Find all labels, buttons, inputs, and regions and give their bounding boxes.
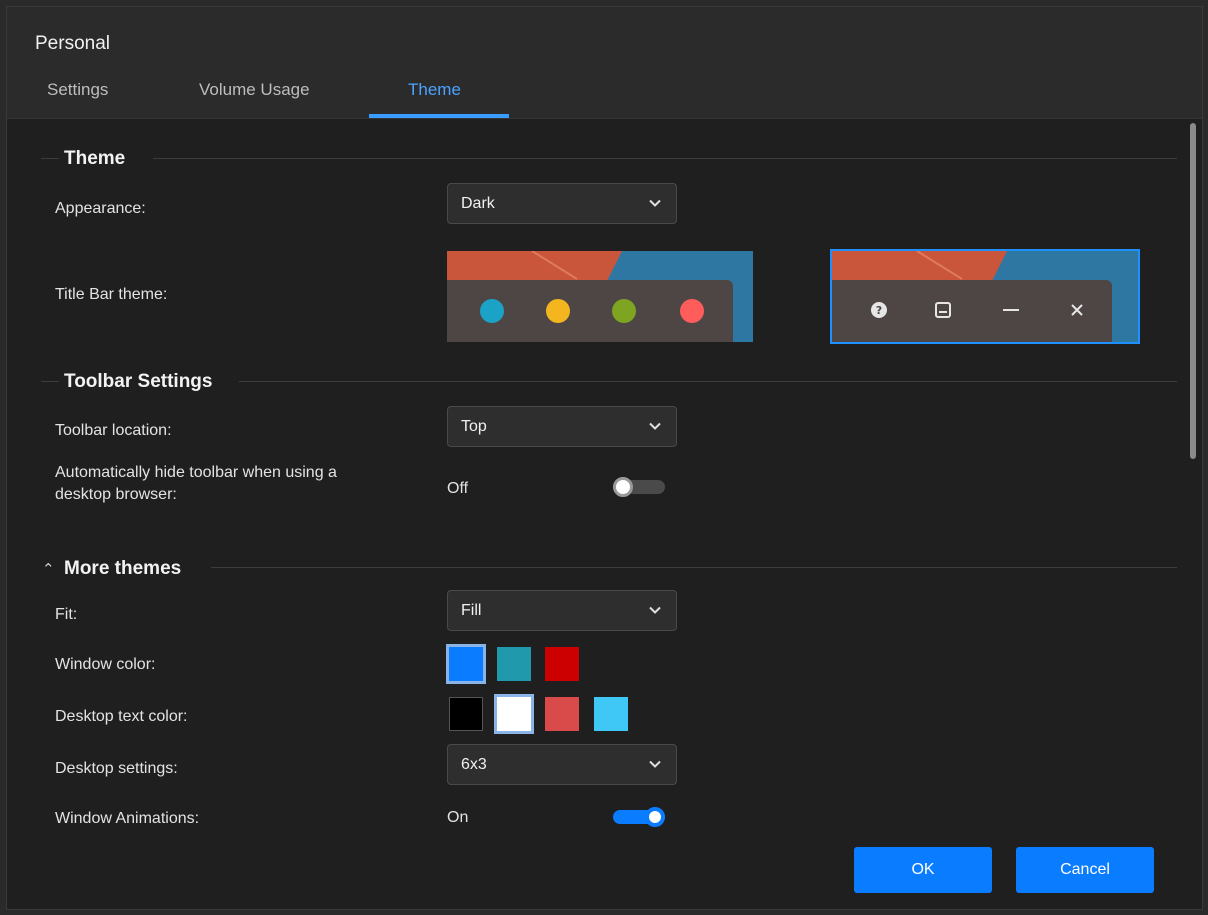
color-dot: [680, 299, 704, 323]
text-color-swatch-white[interactable]: [497, 697, 531, 731]
active-tab-indicator: [369, 114, 509, 118]
toolbar-location-select[interactable]: Top: [447, 406, 677, 447]
theme-section-heading: Theme: [64, 148, 126, 169]
cancel-button[interactable]: Cancel: [1016, 847, 1154, 893]
text-color-swatch-cyan[interactable]: [594, 697, 628, 731]
appearance-select[interactable]: Dark: [447, 183, 677, 224]
color-dot: [612, 299, 636, 323]
fit-select-value: Fill: [461, 602, 482, 619]
tab-volume-usage[interactable]: Volume Usage: [199, 80, 310, 100]
window-color-label: Window color:: [55, 656, 156, 673]
close-icon: [1071, 304, 1083, 316]
window-animations-label: Window Animations:: [55, 810, 200, 827]
section-divider: [211, 567, 1177, 568]
auto-hide-toolbar-label: Automatically hide toolbar when using a …: [55, 462, 337, 506]
section-divider: [153, 158, 1177, 159]
toggle-knob: [613, 477, 633, 497]
color-dot: [546, 299, 570, 323]
title-bar-preview: ?: [832, 280, 1112, 342]
minimize-icon: [1003, 309, 1019, 311]
desktop-settings-select-value: 6x3: [461, 756, 487, 773]
title-bar-option-mac[interactable]: [447, 251, 753, 342]
section-divider: [41, 158, 59, 159]
chevron-down-icon: [649, 422, 661, 430]
more-themes-heading[interactable]: More themes: [64, 558, 181, 580]
chevron-down-icon: [649, 606, 661, 614]
toolbar-location-select-value: Top: [461, 418, 487, 435]
title-bar-preview: [447, 280, 733, 342]
dialog-header: Personal Settings Volume Usage Theme: [7, 7, 1202, 119]
tab-theme[interactable]: Theme: [408, 80, 461, 100]
appearance-label: Appearance:: [55, 200, 146, 217]
scrollbar-thumb[interactable]: [1190, 123, 1196, 459]
color-dot: [480, 299, 504, 323]
auto-hide-label-line1: Automatically hide toolbar when using a: [55, 464, 337, 481]
title-bar-option-windows[interactable]: ?: [830, 249, 1140, 344]
text-color-swatch-coral[interactable]: [545, 697, 579, 731]
desktop-settings-label: Desktop settings:: [55, 760, 178, 777]
title-bar-theme-label: Title Bar theme:: [55, 286, 168, 303]
help-icon: ?: [871, 302, 887, 318]
text-color-swatch-black[interactable]: [449, 697, 483, 731]
chevron-down-icon: [649, 199, 661, 207]
section-divider: [41, 381, 59, 382]
toolbar-location-label: Toolbar location:: [55, 422, 172, 439]
collapse-caret-icon[interactable]: ⌃: [42, 560, 55, 578]
toggle-knob: [645, 807, 665, 827]
window-animations-state-text: On: [447, 809, 469, 826]
appearance-select-value: Dark: [461, 195, 495, 212]
window-animations-toggle[interactable]: [613, 807, 665, 827]
desktop-text-color-label: Desktop text color:: [55, 708, 188, 725]
dialog-title: Personal: [35, 33, 110, 54]
fit-label: Fit:: [55, 606, 78, 623]
section-divider: [239, 381, 1177, 382]
fit-select[interactable]: Fill: [447, 590, 677, 631]
svg-text:?: ?: [876, 304, 882, 317]
auto-hide-label-line2: desktop browser:: [55, 486, 177, 503]
ok-button[interactable]: OK: [854, 847, 992, 893]
chevron-down-icon: [649, 760, 661, 768]
window-color-swatch-teal[interactable]: [497, 647, 531, 681]
auto-hide-state-text: Off: [447, 480, 469, 497]
tab-settings[interactable]: Settings: [47, 80, 108, 100]
minimize-window-icon: [935, 302, 951, 318]
auto-hide-toolbar-toggle[interactable]: [613, 477, 665, 497]
desktop-settings-select[interactable]: 6x3: [447, 744, 677, 785]
window-color-swatch-blue[interactable]: [449, 647, 483, 681]
toolbar-section-heading: Toolbar Settings: [64, 371, 213, 392]
personal-dialog: Personal Settings Volume Usage Theme The…: [6, 6, 1203, 910]
window-color-swatch-red[interactable]: [545, 647, 579, 681]
